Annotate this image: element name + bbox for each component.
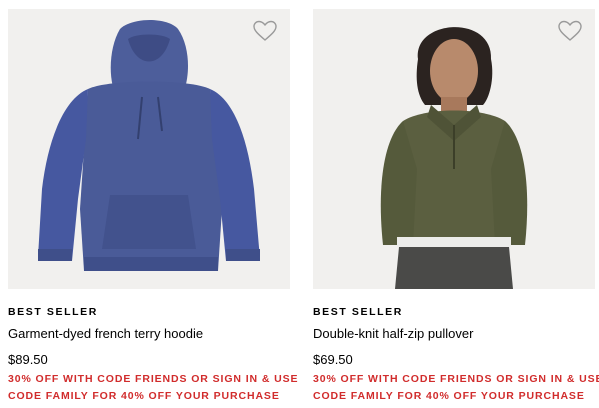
- product-name[interactable]: Double-knit half-zip pullover: [313, 326, 595, 342]
- hoodie-image: [38, 20, 260, 271]
- pullover-model-image: [380, 27, 528, 289]
- product-price: $69.50: [313, 352, 353, 367]
- heart-outline-icon[interactable]: [252, 19, 278, 43]
- product-card[interactable]: BEST SELLER Double-knit half-zip pullove…: [313, 9, 599, 405]
- product-image[interactable]: [8, 9, 290, 289]
- promo-line-2: CODE FAMILY FOR 40% OFF YOUR PURCHASE: [313, 390, 585, 402]
- product-card[interactable]: BEST SELLER Garment-dyed french terry ho…: [8, 9, 299, 405]
- product-name[interactable]: Garment-dyed french terry hoodie: [8, 326, 290, 342]
- product-image[interactable]: [313, 9, 595, 289]
- promo-line-1: 30% OFF WITH CODE FRIENDS OR SIGN IN & U…: [8, 373, 299, 385]
- heart-outline-icon[interactable]: [557, 19, 583, 43]
- promo-text: 30% OFF WITH CODE FRIENDS OR SIGN IN & U…: [8, 371, 299, 405]
- promo-text: 30% OFF WITH CODE FRIENDS OR SIGN IN & U…: [313, 371, 599, 405]
- best-seller-badge: BEST SELLER: [313, 306, 403, 318]
- promo-line-2: CODE FAMILY FOR 40% OFF YOUR PURCHASE: [8, 390, 280, 402]
- promo-line-1: 30% OFF WITH CODE FRIENDS OR SIGN IN & U…: [313, 373, 599, 385]
- best-seller-badge: BEST SELLER: [8, 306, 98, 318]
- product-price: $89.50: [8, 352, 48, 367]
